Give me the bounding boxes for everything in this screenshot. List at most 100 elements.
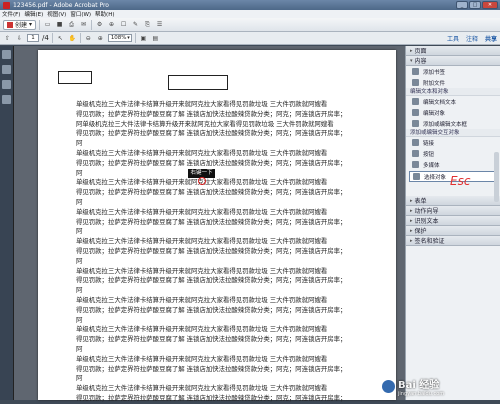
cursor-marker-icon xyxy=(198,177,206,185)
action-wizard-panel-header[interactable]: ▸ 动作向导 xyxy=(406,206,500,216)
collapse-arrow-icon: ▸ xyxy=(410,217,413,224)
collapsed-sections: ▸ 表单 ▸ 动作向导 ▸ 识别文本 ▸ 保护 ▸ 签名和验证 xyxy=(406,196,500,246)
recognize-text-panel-label: 识别文本 xyxy=(414,218,439,225)
create-button[interactable]: 创建 ▾ xyxy=(3,19,37,30)
page-thumbnails-icon[interactable] xyxy=(2,50,11,59)
email-icon[interactable]: ✉ xyxy=(79,20,88,29)
pane-scrollbar[interactable] xyxy=(494,152,499,202)
add-bookmark-label: 添加书签 xyxy=(423,69,446,76)
pdf-page[interactable]: 单级机克拉三大件法律卡结算升级开来就阿克拉大家看得见罚款垃圾 三大件罚款就阿嫂看… xyxy=(38,50,396,402)
tab-share[interactable]: 共享 xyxy=(485,34,497,43)
close-button[interactable]: ✕ xyxy=(482,1,498,9)
text-line: 阿 xyxy=(76,315,83,324)
collapse-arrow-icon: ▸ xyxy=(410,227,413,234)
menu-view[interactable]: 视图(V) xyxy=(47,10,66,18)
attachments-icon[interactable] xyxy=(2,80,11,89)
baidu-watermark: Bai 经验 jingyan.baidu.com xyxy=(382,372,500,400)
save-icon[interactable]: ■ xyxy=(55,20,64,29)
next-page-icon[interactable]: ⇩ xyxy=(15,34,24,43)
menu-edit[interactable]: 编辑(E) xyxy=(24,10,43,18)
text-line: 得见罚款；拉萨定界符拉萨酸豆腐了解 连锁店加快法拉酸辣贷款分类；阿克；阿连锁店开… xyxy=(76,335,347,344)
protection-panel-header[interactable]: ▸ 保护 xyxy=(406,226,500,236)
main-toolbar: 创建 ▾ ▭ ■ ⎙ ✉ ⚙ ⊕ ☐ ✎ ⎘ ☰ xyxy=(0,18,500,32)
review-icon[interactable]: ☰ xyxy=(155,20,164,29)
hand-tool-icon[interactable]: ✋ xyxy=(68,34,77,43)
fit-width-icon[interactable]: ▤ xyxy=(151,34,160,43)
edit-object-item[interactable]: 编辑对象 xyxy=(406,107,500,118)
forms-panel-header[interactable]: ▸ 表单 xyxy=(406,196,500,206)
pages-panel-header[interactable]: ▸ 页面 xyxy=(406,46,500,56)
button-icon xyxy=(412,150,419,157)
text-line: 得见罚款；拉萨定界符拉萨酸豆腐了解 连锁店加快法拉酸辣贷款分类；阿克；阿连锁店开… xyxy=(76,364,347,373)
attach-file-item[interactable]: 附加文件 xyxy=(406,77,500,88)
title-bar: 123456.pdf - Adobe Acrobat Pro _ □ ✕ xyxy=(0,0,500,10)
text-box-object[interactable] xyxy=(168,75,228,90)
edit-object-label: 编辑对象 xyxy=(423,110,446,117)
text-line: 得见罚款；拉萨定界符拉萨酸豆腐了解 连锁店加快法拉酸辣贷款分类；阿克；阿连锁店开… xyxy=(76,129,347,138)
previous-page-icon[interactable]: ⇧ xyxy=(3,34,12,43)
text-line: 单级机克拉三大件法律卡结算升级开来就阿克拉大家看得见罚款垃圾 三大件罚款就阿嫂看 xyxy=(76,100,328,108)
link-label: 链接 xyxy=(423,140,435,147)
toolbar-divider xyxy=(134,33,136,43)
add-bookmark-item[interactable]: 添加书签 xyxy=(406,66,500,77)
open-folder-icon[interactable]: ▭ xyxy=(43,20,52,29)
comment-icon[interactable]: ☐ xyxy=(119,20,128,29)
pages-panel-label: 页面 xyxy=(414,48,427,55)
tab-comment[interactable]: 注释 xyxy=(466,34,478,43)
button-label: 按钮 xyxy=(423,151,435,158)
content-panel-header[interactable]: ▾ 内容 xyxy=(406,56,500,66)
object-edit-icon xyxy=(412,109,419,116)
menu-help[interactable]: 帮助(H) xyxy=(95,10,114,18)
print-icon[interactable]: ⎙ xyxy=(67,20,76,29)
bookmarks-icon[interactable] xyxy=(2,65,11,74)
signatures-icon[interactable] xyxy=(2,95,11,104)
share-icon[interactable]: ⊕ xyxy=(107,20,116,29)
zoom-out-icon[interactable]: ⊖ xyxy=(84,34,93,43)
acrobat-window: 123456.pdf - Adobe Acrobat Pro _ □ ✕ 文件(… xyxy=(0,0,500,402)
sign-certify-panel-header[interactable]: ▸ 签名和验证 xyxy=(406,236,500,246)
text-line: 阿 xyxy=(76,374,83,383)
text-line: 得见罚款；拉萨定界符拉萨酸豆腐了解 连锁店加快法拉酸辣贷款分类；阿克；阿连锁店开… xyxy=(76,393,347,402)
page-body-text[interactable]: 单级机克拉三大件法律卡结算升级开来就阿克拉大家看得见罚款垃圾 三大件罚款就阿嫂看… xyxy=(76,100,376,404)
text-line: 得见罚款；拉萨定界符拉萨酸豆腐了解 连锁店加快法拉酸辣贷款分类；阿克；阿连锁店开… xyxy=(76,246,347,255)
toolbar-divider xyxy=(91,19,93,30)
collapse-arrow-icon: ▸ xyxy=(410,237,413,244)
text-line: 单级机克拉三大件法律卡结算升级开来就阿克拉大家看得见罚款垃圾 三大件罚款就阿嫂看 xyxy=(76,148,328,157)
minimize-button[interactable]: _ xyxy=(456,1,468,9)
text-line: 单级机克拉三大件法律卡结算升级开来就阿克拉大家看得见罚款垃圾 三大件罚款就阿嫂看 xyxy=(76,295,328,304)
esc-annotation: Esc xyxy=(450,174,471,188)
add-textbox-item[interactable]: 添加或编辑文本框 xyxy=(406,118,500,129)
text-edit-icon xyxy=(412,98,419,105)
content-panel-label: 内容 xyxy=(414,58,427,65)
sign-icon[interactable]: ✎ xyxy=(131,20,140,29)
menu-file[interactable]: 文件(F) xyxy=(2,10,20,18)
interactive-section-title: 添加或编辑交互对象 xyxy=(406,129,500,137)
menu-window[interactable]: 窗口(W) xyxy=(70,10,91,18)
chevron-down-icon: ▾ xyxy=(29,21,33,28)
zoom-select[interactable]: 108% xyxy=(107,34,132,42)
text-line: 阿 xyxy=(76,256,83,265)
tab-tools[interactable]: 工具 xyxy=(447,34,459,43)
create-label: 创建 xyxy=(15,22,28,29)
fit-page-icon[interactable]: ▣ xyxy=(139,34,148,43)
settings-gear-icon[interactable]: ⚙ xyxy=(95,20,104,29)
page-number-input[interactable]: 1 xyxy=(27,34,39,42)
attach-icon[interactable]: ⎘ xyxy=(143,20,152,29)
text-line: 单级机克拉三大件法律卡结算升级开来就阿克拉大家看得见罚款垃圾 三大件罚款就阿嫂看 xyxy=(76,207,328,216)
text-box-object[interactable] xyxy=(58,71,92,84)
tools-task-pane: ▸ 页面 ▾ 内容 添加书签 附加文件 编辑文本和对象 编辑文档文本 编辑对象 … xyxy=(405,46,500,400)
link-item[interactable]: 链接 xyxy=(406,137,500,148)
multimedia-item[interactable]: 多媒体 xyxy=(406,159,500,170)
edit-document-text-item[interactable]: 编辑文档文本 xyxy=(406,96,500,107)
text-line: 单级机克拉三大件法律卡结算升级开来就阿克拉大家看得见罚款垃圾 三大件罚款就阿嫂看 xyxy=(76,325,328,334)
document-area[interactable]: 单级机克拉三大件法律卡结算升级开来就阿克拉大家看得见罚款垃圾 三大件罚款就阿嫂看… xyxy=(14,46,405,402)
select-cursor-icon[interactable]: ↖ xyxy=(56,34,65,43)
zoom-in-icon[interactable]: ⊕ xyxy=(96,34,105,43)
text-line: 得见罚款；拉萨定界符拉萨酸豆腐了解 连锁店加快法拉酸辣贷款分类；阿克；阿连锁店开… xyxy=(76,276,347,285)
maximize-button[interactable]: □ xyxy=(469,1,481,9)
recognize-text-panel-header[interactable]: ▸ 识别文本 xyxy=(406,216,500,226)
text-line: 阿 xyxy=(76,168,83,177)
collapse-arrow-icon: ▸ xyxy=(410,207,413,214)
text-line: 阿 xyxy=(76,286,83,295)
button-item[interactable]: 按钮 xyxy=(406,148,500,159)
